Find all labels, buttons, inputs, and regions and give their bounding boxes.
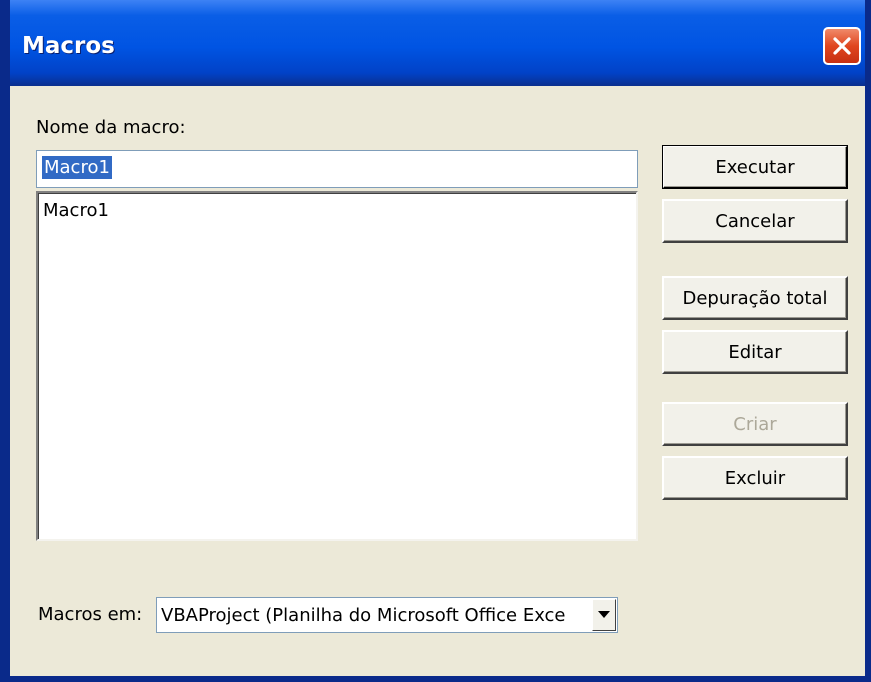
macros-in-select[interactable]: VBAProject (Planilha do Microsoft Office… — [156, 597, 618, 633]
edit-button[interactable]: Editar — [662, 330, 848, 374]
macro-name-input[interactable]: Macro1 — [36, 150, 638, 188]
cancel-button[interactable]: Cancelar — [662, 199, 848, 243]
macros-in-label: Macros em: — [38, 604, 143, 625]
close-icon — [833, 37, 851, 55]
run-button[interactable]: Executar — [662, 145, 848, 189]
window-title: Macros — [22, 33, 115, 59]
macros-dialog: Macros Nome da macro: Macro1 Macro1 Exec… — [0, 0, 871, 682]
macro-list[interactable]: Macro1 — [36, 191, 638, 541]
step-into-button[interactable]: Depuração total — [662, 276, 848, 320]
dropdown-button[interactable] — [592, 599, 616, 631]
dropdown-arrow-icon — [598, 611, 610, 618]
macro-name-value: Macro1 — [42, 156, 112, 179]
close-button[interactable] — [823, 27, 861, 65]
delete-button[interactable]: Excluir — [662, 456, 848, 500]
create-button: Criar — [662, 402, 848, 446]
macro-name-label: Nome da macro: — [36, 117, 186, 138]
list-item[interactable]: Macro1 — [38, 193, 636, 221]
macros-in-value: VBAProject (Planilha do Microsoft Office… — [161, 605, 566, 626]
title-bar[interactable]: Macros — [10, 0, 865, 86]
